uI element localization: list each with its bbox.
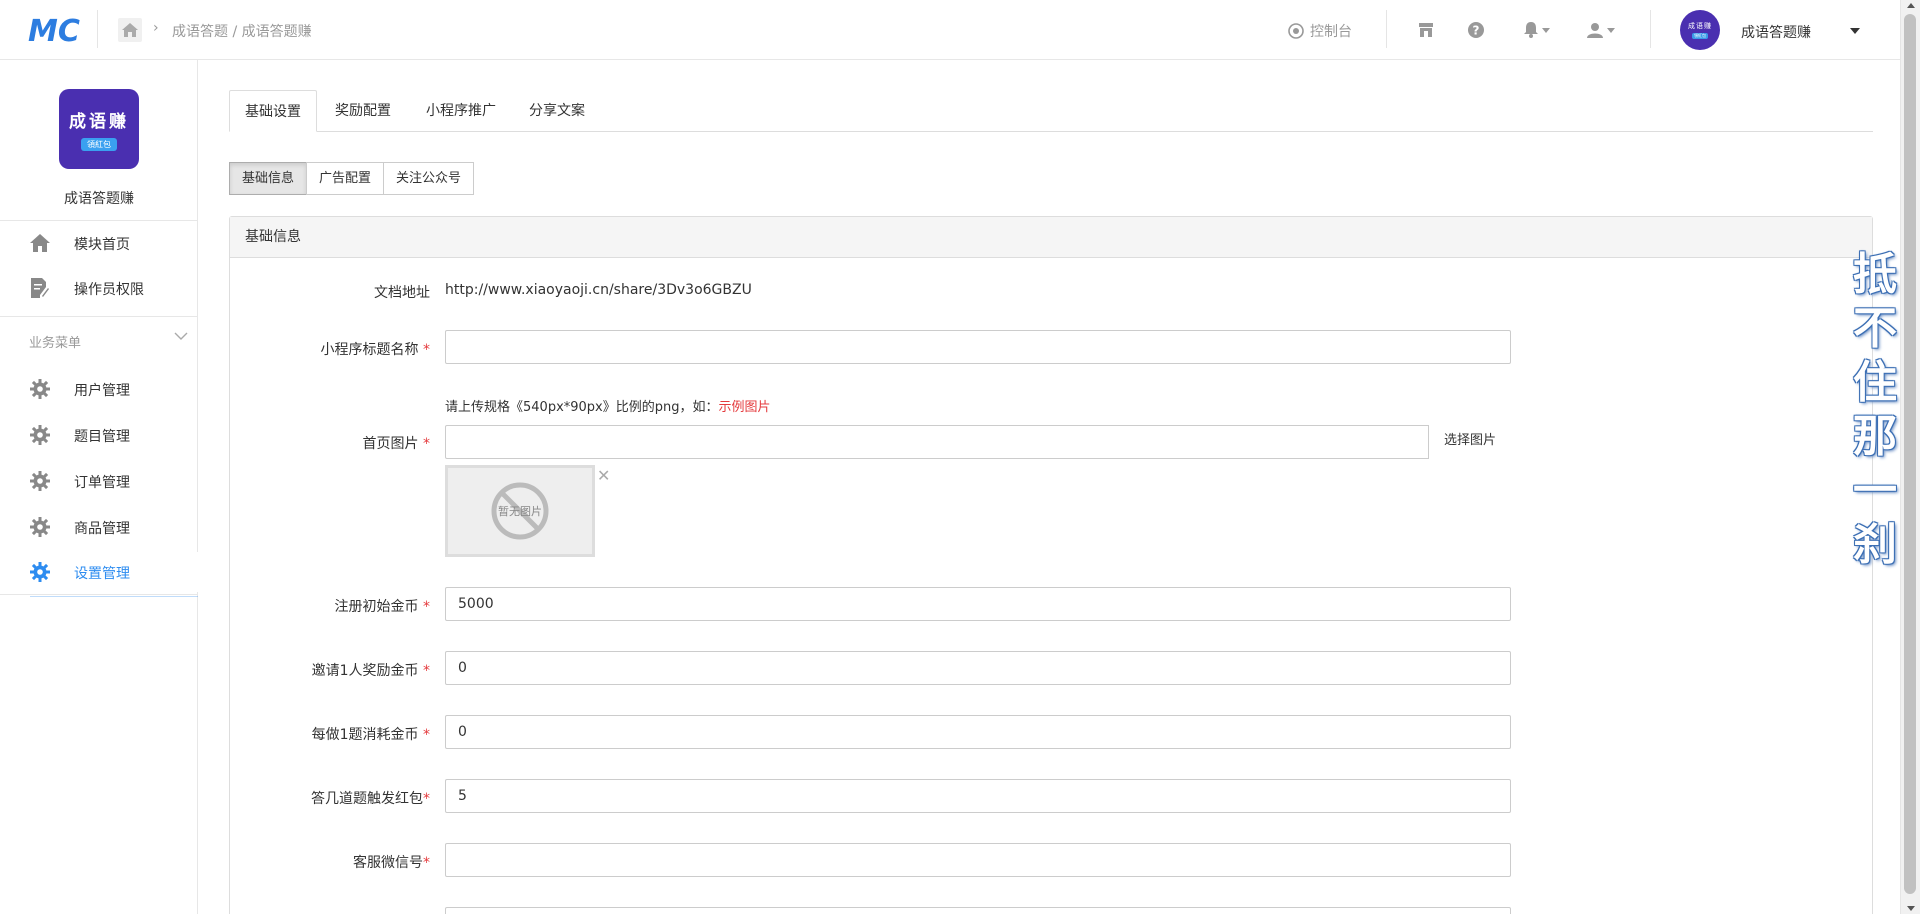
home-icon [30, 233, 50, 253]
avatar[interactable]: 成语赚 領紅包 [1680, 10, 1720, 50]
remove-image-close-icon[interactable]: ✕ [597, 466, 610, 485]
divider [0, 316, 198, 317]
register-coins-label: 注册初始金币 * [334, 599, 430, 615]
gear-icon [30, 425, 50, 445]
scrollbar-thumb[interactable] [1904, 14, 1916, 894]
svg-text:?: ? [1473, 24, 1480, 38]
next-field-input[interactable] [445, 907, 1511, 914]
sidebar-item-module-home[interactable]: 模块首页 [0, 223, 198, 263]
select-image-button[interactable]: 选择图片 [1428, 425, 1511, 459]
sidebar: 成语赚 領紅包 成语答题赚 模块首页 操作员权限 业务菜单 用户管理 题目管理 [0, 60, 198, 914]
sidebar-item-label: 操作员权限 [74, 282, 144, 298]
service-wechat-input[interactable] [445, 843, 1511, 877]
active-indicator [30, 596, 198, 597]
sidebar-item-label: 题目管理 [74, 429, 130, 445]
panel-title: 基础信息 [230, 217, 1872, 258]
redpack-trigger-input[interactable]: 5 [445, 779, 1511, 813]
cost-per-question-input[interactable]: 0 [445, 715, 1511, 749]
home-image-label: 首页图片 * [362, 436, 430, 452]
sidebar-item-label: 设置管理 [74, 566, 130, 582]
sidebar-item-settings-management[interactable]: 设置管理 [0, 552, 198, 592]
sidebar-item-question-management[interactable]: 题目管理 [0, 415, 198, 455]
console-label: 控制台 [1310, 24, 1352, 40]
notification-bell-icon[interactable] [1522, 19, 1552, 41]
invite-reward-input[interactable]: 0 [445, 651, 1511, 685]
divider [1650, 10, 1651, 48]
sidebar-item-label: 订单管理 [74, 475, 130, 491]
divider [0, 220, 198, 221]
sidebar-item-label: 商品管理 [74, 521, 130, 537]
divider [97, 10, 98, 48]
home-image-path-input[interactable] [445, 425, 1511, 459]
top-user-name[interactable]: 成语答题赚 [1741, 22, 1811, 42]
service-wechat-label: 客服微信号* [353, 855, 430, 871]
breadcrumb-separator-icon: › [153, 20, 159, 36]
redpack-trigger-label: 答几道题触发红包* [311, 791, 430, 807]
home-icon[interactable] [118, 18, 142, 42]
image-preview: 暂无图片 [445, 465, 595, 557]
register-coins-input[interactable]: 5000 [445, 587, 1511, 621]
invite-reward-label: 邀请1人奖励金币 * [311, 663, 430, 679]
dashboard-icon [1288, 23, 1304, 39]
overlay-vertical-text: 抵 不 住 那 一 刹 [1853, 249, 1897, 570]
app-logo: 成语赚 領紅包 [59, 89, 139, 169]
mini-title-label: 小程序标题名称 * [320, 342, 430, 358]
tab-mini-program-promotion[interactable]: 小程序推广 [411, 90, 511, 132]
sidebar-section-title: 业务菜单 [29, 336, 82, 351]
scroll-down-icon[interactable] [1907, 906, 1915, 911]
doc-url-label: 文档地址 [374, 285, 430, 301]
sidebar-item-order-management[interactable]: 订单管理 [0, 461, 198, 501]
divider [0, 594, 198, 595]
home-image-hint: 请上传规格《540px*90px》比例的png，如：示例图片 [445, 400, 771, 415]
svg-text:暂无图片: 暂无图片 [498, 505, 542, 518]
console-link[interactable]: 控制台 [1288, 21, 1352, 41]
gear-icon [30, 562, 50, 582]
divider [1386, 10, 1387, 48]
tab-share-copy[interactable]: 分享文案 [514, 90, 600, 132]
page-scrollbar[interactable] [1900, 0, 1920, 914]
chevron-down-icon[interactable] [174, 330, 188, 345]
sidebar-item-product-management[interactable]: 商品管理 [0, 507, 198, 547]
user-icon[interactable] [1586, 19, 1616, 41]
doc-url-value[interactable]: http://www.xiaoyaoji.cn/share/3Dv3o6GBZU [445, 282, 752, 298]
store-icon[interactable] [1415, 19, 1437, 41]
cost-per-question-label: 每做1题消耗金币 * [311, 727, 430, 743]
subtab-follow-official-account[interactable]: 关注公众号 [383, 162, 475, 195]
gear-icon [30, 379, 50, 399]
tab-reward-config[interactable]: 奖励配置 [320, 90, 406, 132]
mc-logo[interactable]: MC [28, 14, 80, 46]
sidebar-item-user-management[interactable]: 用户管理 [0, 369, 198, 409]
subtab-ad-config[interactable]: 广告配置 [306, 162, 385, 195]
help-icon[interactable]: ? [1465, 19, 1487, 41]
chevron-down-icon[interactable] [1850, 28, 1860, 34]
gear-icon [30, 517, 50, 537]
main-tabs: 基础设置 奖励配置 小程序推广 分享文案 [229, 90, 1873, 132]
app-name: 成语答题赚 [64, 191, 134, 207]
no-image-icon: 暂无图片 [491, 482, 549, 540]
tab-basic-settings[interactable]: 基础设置 [229, 90, 317, 132]
document-edit-icon [30, 278, 50, 298]
mini-title-input[interactable] [445, 330, 1511, 364]
sidebar-item-operator-permissions[interactable]: 操作员权限 [0, 268, 198, 308]
svg-text:MC: MC [28, 14, 80, 46]
gear-icon [30, 471, 50, 491]
sidebar-item-label: 模块首页 [74, 237, 130, 253]
sidebar-item-label: 用户管理 [74, 383, 130, 399]
sub-tabs: 基础信息 广告配置 关注公众号 [229, 162, 475, 195]
example-image-link[interactable]: 示例图片 [719, 400, 771, 415]
scroll-up-icon[interactable] [1907, 3, 1915, 8]
subtab-basic-info[interactable]: 基础信息 [229, 162, 308, 195]
top-bar: MC › 成语答题 / 成语答题赚 控制台 ? 成语赚 領紅包 成语答题赚 [0, 0, 1900, 60]
breadcrumb: 成语答题 / 成语答题赚 [172, 24, 312, 40]
